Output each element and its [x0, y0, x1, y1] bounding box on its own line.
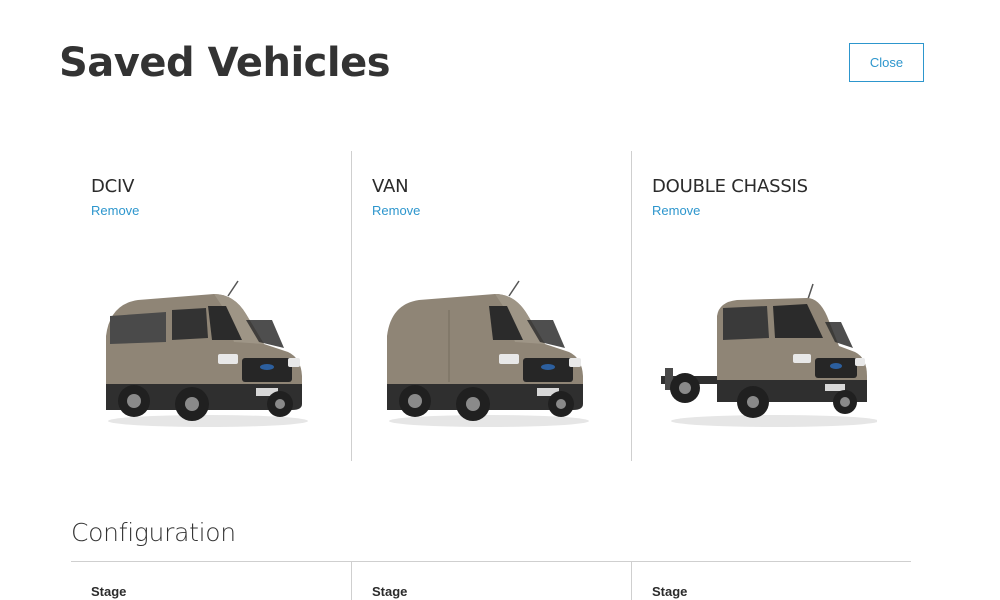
remove-link[interactable]: Remove: [372, 203, 420, 218]
van-image: [387, 280, 589, 427]
close-button[interactable]: Close: [849, 43, 924, 82]
saved-vehicles-list: DCIV Remove VAN Remove DOUBLE CHASSIS Re…: [71, 151, 911, 461]
double-chassis-cab-image: [661, 283, 877, 427]
stage-label: Stage: [652, 584, 688, 599]
vehicle-name: DCIV: [91, 176, 135, 197]
stage-label: Stage: [91, 584, 127, 599]
remove-link[interactable]: Remove: [91, 203, 139, 218]
vehicle-name: DOUBLE CHASSIS: [652, 176, 808, 197]
vehicle-card-double-chassis: DOUBLE CHASSIS Remove: [631, 151, 911, 461]
vehicle-card-dciv: DCIV Remove: [71, 151, 351, 461]
remove-link[interactable]: Remove: [652, 203, 700, 218]
configuration-cell: Stage: [631, 562, 911, 600]
configuration-heading: Configuration: [71, 518, 236, 547]
configuration-cell: Stage: [71, 562, 351, 600]
vehicle-name: VAN: [372, 176, 409, 197]
configuration-row: Stage Stage Stage: [71, 562, 911, 600]
vehicle-card-van: VAN Remove: [351, 151, 631, 461]
stage-label: Stage: [372, 584, 408, 599]
double-cab-van-image: [106, 280, 308, 427]
configuration-cell: Stage: [351, 562, 631, 600]
page-title: Saved Vehicles: [59, 40, 391, 86]
